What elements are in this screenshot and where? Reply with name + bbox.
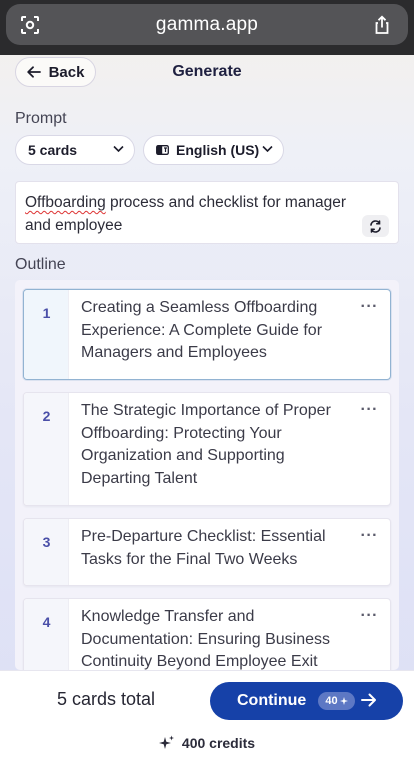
browser-bar: gamma.app [0,0,414,55]
card-number: 3 [42,534,51,550]
share-icon[interactable] [372,15,392,35]
address-bar[interactable]: gamma.app [6,4,408,45]
outline-label: Outline [15,256,66,273]
footer-bar: 5 cards total Continue 40 400 credits [0,670,414,768]
more-options-icon[interactable]: ··· [361,607,378,625]
more-options-icon[interactable]: ··· [361,401,378,419]
card-title[interactable]: The Strategic Importance of Proper Offbo… [81,400,351,490]
credits-balance: 400 credits [0,735,414,751]
card-title[interactable]: Knowledge Transfer and Documentation: En… [81,606,351,670]
outline-list[interactable]: 1 Creating a Seamless Offboarding Experi… [15,280,399,670]
continue-button[interactable]: Continue 40 [210,682,403,720]
outline-card[interactable]: 3 Pre-Departure Checklist: Essential Tas… [23,518,391,586]
outline-card[interactable]: 2 The Strategic Importance of Proper Off… [23,392,391,506]
credit-cost-value: 40 [325,695,338,707]
sparkle-icon [339,697,348,705]
url-text: gamma.app [155,14,259,35]
card-number: 4 [42,614,51,630]
prompt-label: Prompt [15,110,67,127]
swap-arrows-icon [370,219,381,233]
card-number-column: 3 [24,519,69,585]
sparkles-icon [158,735,174,749]
misspelled-word: Offboarding [25,194,106,211]
cards-total: 5 cards total [57,689,156,709]
credits-text: 400 credits [181,735,256,751]
continue-label: Continue [237,692,307,709]
language-icon [156,145,169,155]
card-count-select[interactable]: 5 cards [15,135,135,165]
outline-card[interactable]: 1 Creating a Seamless Offboarding Experi… [23,289,391,380]
card-title[interactable]: Pre-Departure Checklist: Essential Tasks… [81,526,351,571]
card-number-column: 2 [24,393,69,505]
rephrase-button[interactable] [362,215,389,237]
prompt-textarea[interactable]: Offboarding process and checklist for ma… [15,181,399,244]
card-number-column: 1 [24,290,69,379]
language-select[interactable]: English (US) [143,135,284,165]
chevron-down-icon [113,145,124,153]
chevron-down-icon [262,145,273,153]
credit-cost-badge: 40 [318,692,355,710]
arrow-right-icon [361,693,376,707]
outline-card[interactable]: 4 Knowledge Transfer and Documentation: … [23,598,391,670]
card-number: 1 [42,305,51,321]
card-number-column: 4 [24,599,69,670]
card-title[interactable]: Creating a Seamless Offboarding Experien… [81,297,351,365]
prompt-text: Offboarding process and checklist for ma… [25,191,365,237]
more-options-icon[interactable]: ··· [361,527,378,545]
page-title: Generate [172,63,242,80]
more-options-icon[interactable]: ··· [361,298,378,316]
card-number: 2 [42,408,51,424]
card-count-value: 5 cards [28,142,78,158]
language-value: English (US) [176,142,260,158]
